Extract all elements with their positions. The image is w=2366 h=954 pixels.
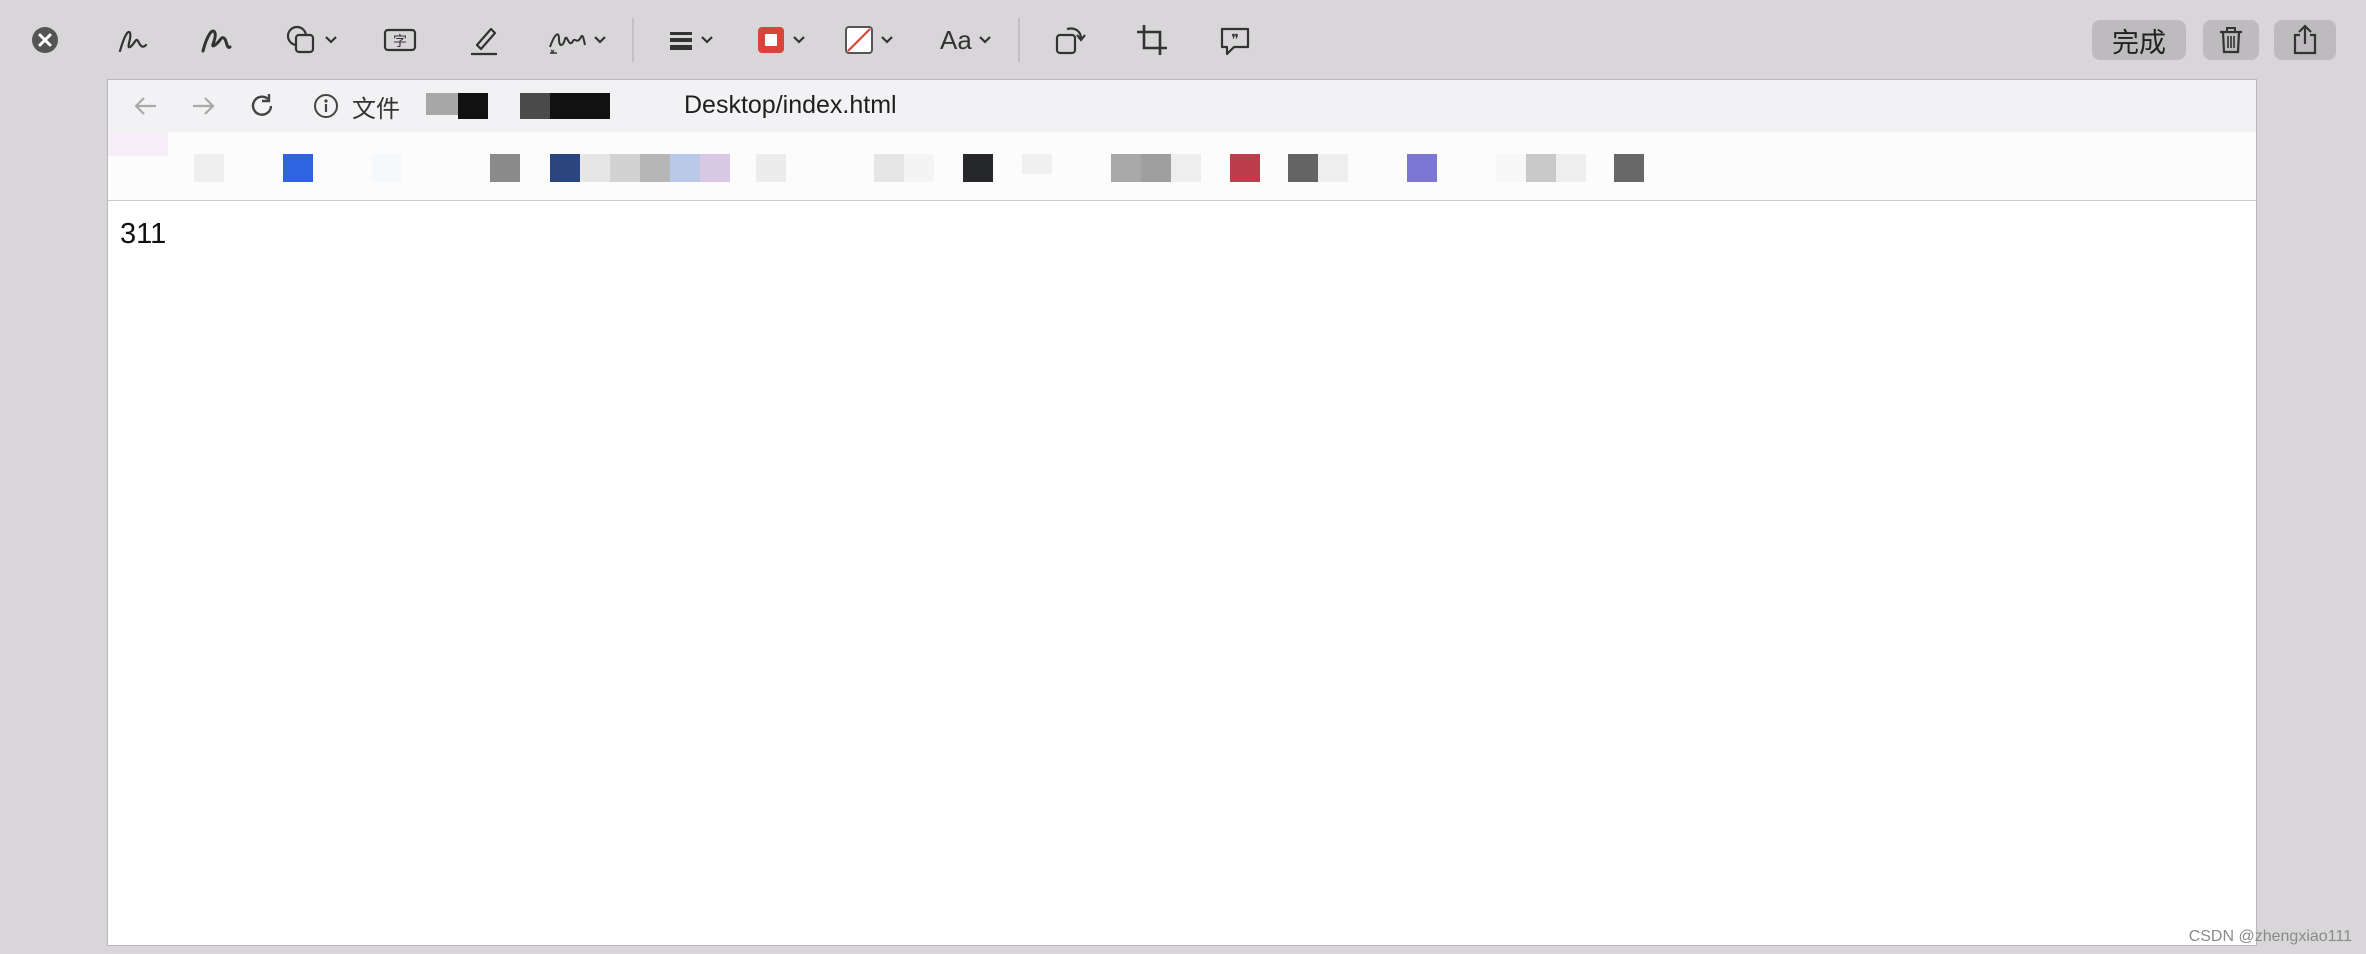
info-icon (314, 94, 338, 118)
redacted-block (1614, 154, 1644, 182)
arrow-right-icon (193, 97, 215, 115)
redacted-block (756, 154, 786, 182)
signature-icon (549, 33, 586, 54)
chevron-down-icon (701, 36, 713, 44)
redacted-block (610, 154, 640, 182)
chevron-down-icon (594, 36, 606, 44)
redacted-block (1407, 154, 1437, 182)
speech-bubble-icon: ❞ (1220, 27, 1250, 56)
text-style-button[interactable]: Aa (940, 18, 992, 62)
redacted-block (426, 93, 458, 115)
redacted-block (1288, 154, 1318, 182)
redacted-block (963, 154, 993, 182)
chevron-down-icon (881, 36, 893, 44)
fill-color-icon (845, 26, 873, 54)
close-circle-icon (32, 27, 58, 53)
share-button[interactable] (2274, 20, 2336, 60)
browser-screenshot: 文件 Desktop/index.html 311 (107, 79, 2257, 946)
redacted-block (1556, 154, 1586, 182)
forward-button[interactable] (185, 88, 221, 124)
redacted-block (550, 93, 610, 119)
close-button[interactable] (30, 18, 60, 62)
reload-icon (251, 94, 273, 116)
trash-icon (2220, 27, 2242, 54)
redacted-block (1022, 154, 1052, 174)
markup-toolbar: 字 Aa ❞ 完成 (0, 0, 2366, 80)
redacted-block (874, 154, 904, 182)
text-box-icon: 字 (383, 28, 417, 52)
bookmarks-bar (108, 132, 2256, 201)
draw-tool-button[interactable] (199, 18, 233, 62)
address-bar: 文件 Desktop/index.html (108, 80, 2256, 132)
line-style-button[interactable] (668, 18, 714, 62)
redacted-block (1496, 154, 1526, 182)
redacted-block (904, 154, 934, 182)
crop-button[interactable] (1135, 18, 1169, 62)
redacted-block (108, 132, 168, 156)
redacted-block (640, 154, 670, 182)
url-text: Desktop/index.html (684, 91, 897, 119)
line-style-icon (670, 32, 692, 50)
back-button[interactable] (128, 88, 164, 124)
rotate-icon (1055, 27, 1086, 55)
draw-icon (201, 29, 232, 53)
highlighter-icon (471, 27, 497, 56)
redacted-block (700, 154, 730, 182)
watermark: CSDN @zhengxiao111 (2188, 928, 2352, 945)
redacted-block (550, 154, 580, 182)
redacted-block (1318, 154, 1348, 182)
border-color-icon (758, 27, 784, 53)
text-style-icon: Aa (940, 24, 972, 55)
sign-tool-button[interactable] (547, 18, 607, 62)
rotate-button[interactable] (1053, 18, 1087, 62)
done-button[interactable]: 完成 (2092, 20, 2186, 60)
sketch-icon (118, 30, 148, 53)
shapes-icon (286, 25, 315, 54)
delete-button[interactable] (2203, 20, 2259, 60)
redacted-block (458, 93, 488, 119)
redacted-block (520, 93, 550, 119)
file-label: 文件 (352, 95, 400, 123)
page-content: 311 (120, 218, 167, 250)
shapes-tool-button[interactable] (284, 18, 338, 62)
redacted-block (670, 154, 700, 182)
text-tool-button[interactable]: 字 (383, 18, 417, 62)
border-color-button[interactable] (756, 18, 806, 62)
share-icon (2293, 24, 2317, 55)
toolbar-divider (632, 18, 634, 62)
redacted-block (1111, 154, 1141, 182)
redacted-block (1141, 154, 1171, 182)
chevron-down-icon (793, 36, 805, 44)
sketch-tool-button[interactable] (116, 18, 150, 62)
svg-text:字: 字 (393, 34, 407, 50)
fill-color-button[interactable] (844, 18, 894, 62)
redacted-block (194, 154, 224, 182)
svg-text:❞: ❞ (1231, 32, 1239, 48)
redacted-block (1171, 154, 1201, 182)
redacted-block (490, 154, 520, 182)
crop-icon (1137, 25, 1167, 55)
highlight-tool-button[interactable] (467, 18, 501, 62)
redacted-block (372, 154, 402, 182)
chevron-down-icon (325, 36, 337, 44)
chevron-down-icon (979, 36, 991, 44)
arrow-left-icon (134, 97, 156, 115)
toolbar-divider (1018, 18, 1020, 62)
redacted-block (580, 154, 610, 182)
annotate-button[interactable]: ❞ (1218, 18, 1252, 62)
redacted-block (1526, 154, 1556, 182)
reload-button[interactable] (244, 88, 280, 124)
redacted-block (283, 154, 313, 182)
redacted-block (1230, 154, 1260, 182)
